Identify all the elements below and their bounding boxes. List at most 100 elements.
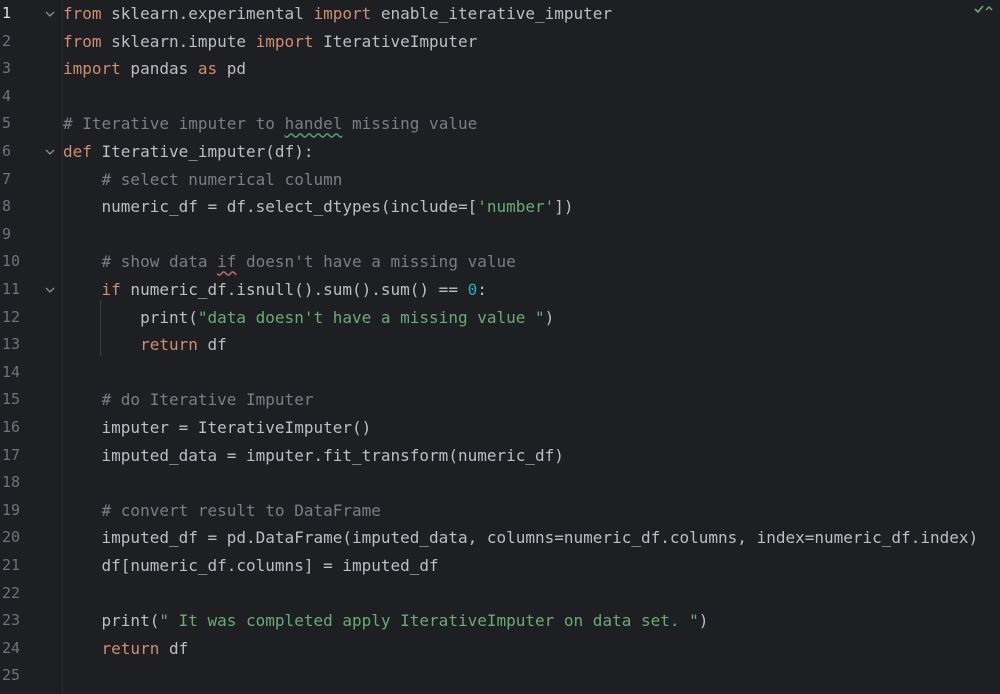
code-token: "data doesn't have a missing value " [197, 307, 545, 327]
code-token: IterativeImputer [313, 31, 478, 51]
code-line[interactable]: imputer = IterativeImputer() [63, 414, 372, 442]
code-token: print( [63, 307, 198, 327]
line-number: 8 [2, 197, 12, 216]
code-token: import [63, 59, 121, 79]
code-token: import [313, 4, 372, 23]
code-token: " It was completed apply IterativeImpute… [159, 611, 699, 631]
fold-chevron-icon[interactable] [44, 0, 56, 28]
code-editor[interactable]: from sklearn.experimental import enable_… [63, 0, 1000, 694]
line-number: 25 [2, 666, 21, 685]
code-token: enable_iterative_imputer [371, 4, 613, 23]
line-number: 11 [2, 280, 21, 298]
code-token: : [477, 280, 487, 299]
line-number-gutter: 1 2 3 4 5 6 7 8 9 10 11 12 13 14 15 16 17 18 19 20 21 22 23 24 2… [0, 0, 63, 694]
chevron-icon [985, 6, 993, 11]
code-token: imputed_df = pd.DataFrame(imputed_data, … [63, 528, 979, 548]
code-token: # convert result to DataFrame [101, 500, 381, 520]
line-number: 20 [2, 528, 21, 547]
line-number: 4 [2, 86, 12, 105]
code-token: sklearn.impute [101, 31, 256, 51]
code-token: # Iterative imputer to [63, 114, 285, 134]
code-token: ]) [554, 197, 574, 217]
line-number: 16 [2, 418, 21, 436]
line-number: 1 [2, 4, 12, 22]
line-number: 22 [2, 583, 21, 602]
code-line[interactable]: print(" It was completed apply Iterative… [63, 607, 709, 635]
line-number: 12 [2, 307, 21, 326]
code-token: imputed_data = imputer.fit_transform(num… [63, 445, 564, 465]
line-number: 14 [2, 362, 21, 381]
code-token: numeric_df.isnull().sum().sum() == [120, 280, 468, 299]
line-number: 7 [2, 169, 12, 188]
code-token: if [217, 252, 237, 272]
code-token: numeric_df = df.select_dtypes(include=[ [63, 197, 478, 217]
code-token: def [63, 142, 92, 161]
code-token: missing value [342, 114, 478, 134]
fold-chevron-icon[interactable] [44, 138, 56, 166]
code-token: as [197, 59, 218, 79]
code-token: pd [217, 59, 247, 79]
line-number: 23 [2, 611, 21, 630]
code-token: return [101, 638, 160, 658]
code-token: ) [544, 307, 555, 327]
code-token: pandas [120, 59, 198, 79]
code-token: 0 [467, 280, 478, 299]
code-token: # select numerical column [101, 169, 343, 189]
line-number: 10 [2, 252, 21, 271]
code-line[interactable]: numeric_df = df.select_dtypes(include=['… [63, 193, 574, 221]
code-token: df [197, 335, 227, 355]
code-line[interactable]: if numeric_df.isnull().sum().sum() == 0: [63, 276, 487, 304]
line-number: 15 [2, 390, 21, 409]
code-token: from [63, 31, 102, 51]
code-line[interactable]: return df [63, 331, 227, 359]
code-line[interactable]: import pandas as pd [63, 55, 246, 83]
code-line[interactable]: imputed_df = pd.DataFrame(imputed_data, … [63, 524, 979, 552]
code-line[interactable]: df[numeric_df.columns] = imputed_df [63, 552, 439, 580]
code-token: doesn't have a missing value [236, 252, 516, 272]
code-line[interactable]: imputed_data = imputer.fit_transform(num… [63, 442, 564, 470]
line-number: 5 [2, 114, 12, 133]
code-token: sklearn.experimental [101, 4, 314, 23]
inspection-status[interactable] [974, 2, 996, 16]
code-token: ) [698, 611, 709, 631]
code-line[interactable]: # show data if doesn't have a missing va… [63, 248, 516, 276]
line-number: 21 [2, 556, 21, 574]
line-number: 17 [2, 445, 21, 464]
code-token: print( [63, 611, 160, 631]
code-line[interactable]: from sklearn.impute import IterativeImpu… [63, 28, 477, 56]
code-token: import [255, 31, 314, 51]
code-token: if [101, 280, 121, 299]
line-number: 3 [2, 59, 12, 78]
line-number: 6 [2, 142, 12, 160]
code-line[interactable]: return df [63, 635, 189, 663]
fold-chevron-icon[interactable] [44, 276, 56, 304]
line-number: 2 [2, 31, 12, 50]
code-token: # show data [101, 252, 218, 272]
code-token: Iterative_imputer(df): [91, 142, 314, 161]
code-line[interactable]: # Iterative imputer to handel missing va… [63, 110, 477, 138]
code-line[interactable]: # convert result to DataFrame [63, 497, 381, 525]
line-number: 18 [2, 473, 21, 492]
code-token: # do Iterative Imputer [101, 390, 314, 410]
line-number: 24 [2, 638, 21, 657]
code-token: df [159, 638, 189, 658]
code-line[interactable]: print("data doesn't have a missing value… [63, 304, 554, 332]
line-number: 13 [2, 335, 21, 354]
line-number: 19 [2, 500, 21, 519]
code-token: df[numeric_df.columns] = imputed_df [63, 556, 439, 575]
code-token: imputer = IterativeImputer() [63, 418, 372, 437]
code-line[interactable]: # select numerical column [63, 166, 343, 194]
code-line[interactable]: from sklearn.experimental import enable_… [63, 0, 612, 28]
code-line[interactable]: # do Iterative Imputer [63, 386, 314, 414]
code-token: 'number' [477, 197, 555, 217]
code-token: from [63, 4, 102, 23]
line-number: 9 [2, 224, 12, 243]
code-token: handel [284, 114, 343, 134]
code-line[interactable]: def Iterative_imputer(df): [63, 138, 313, 166]
